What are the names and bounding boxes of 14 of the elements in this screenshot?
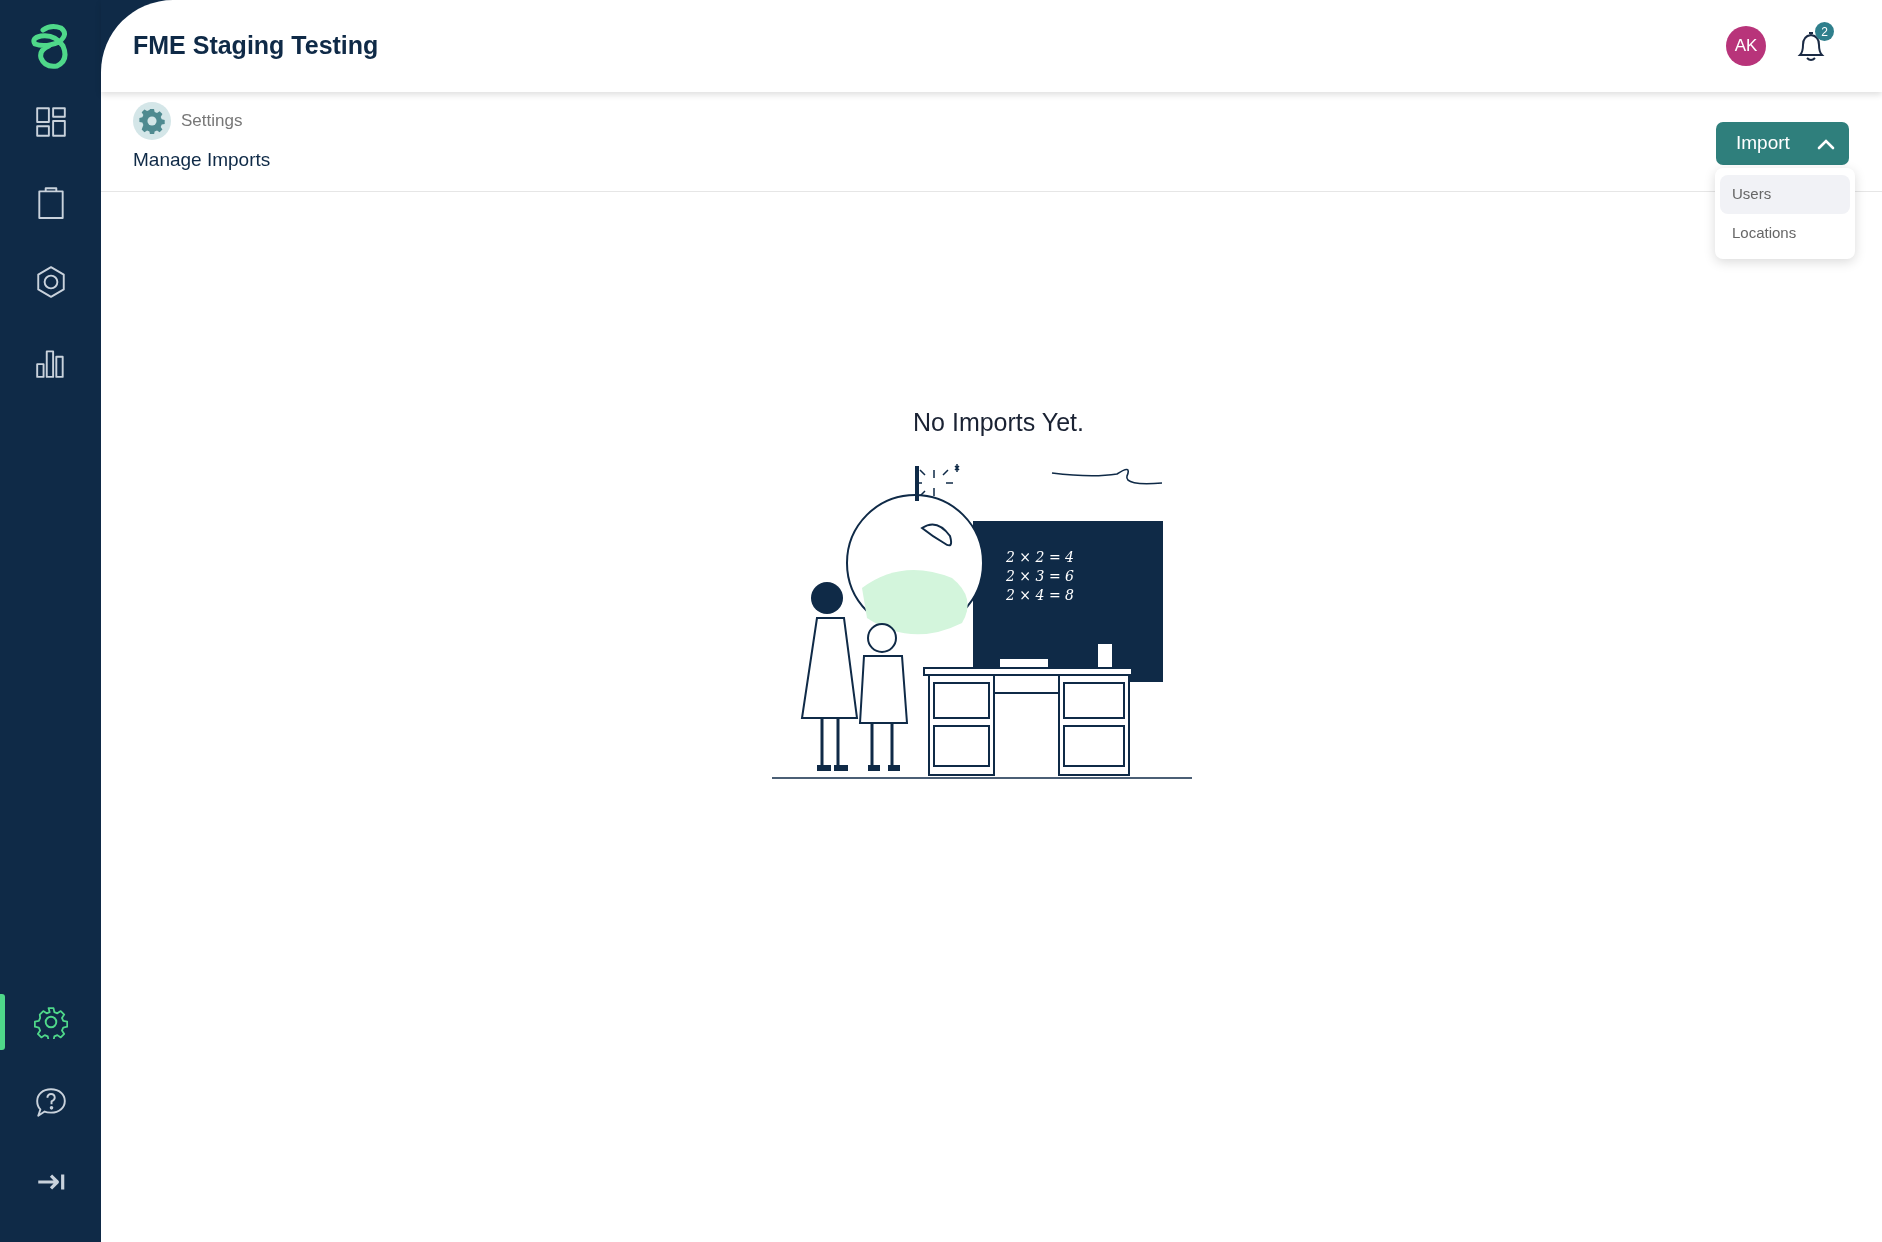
board-text: 2 × 4 = 8 [1005,586,1074,603]
settings-icon [133,102,171,140]
empty-message: No Imports Yet. [913,407,1084,438]
menu-item[interactable]: Locations [1720,213,1850,252]
menu-item[interactable]: Users [1720,175,1850,214]
board-text: 2 × 3 = 6 [1005,567,1074,584]
caret-icon [1817,137,1835,150]
page-title: Manage Imports [133,148,271,172]
app-title: FME Staging Testing [133,30,379,62]
breadcrumb-link[interactable]: Settings [181,108,243,134]
notification-count: 2 [1815,22,1834,41]
import-button[interactable]: Import [1716,122,1849,165]
user-avatar[interactable]: AK [1726,26,1766,66]
board-text: 2 × 2 = 4 [1005,548,1074,565]
